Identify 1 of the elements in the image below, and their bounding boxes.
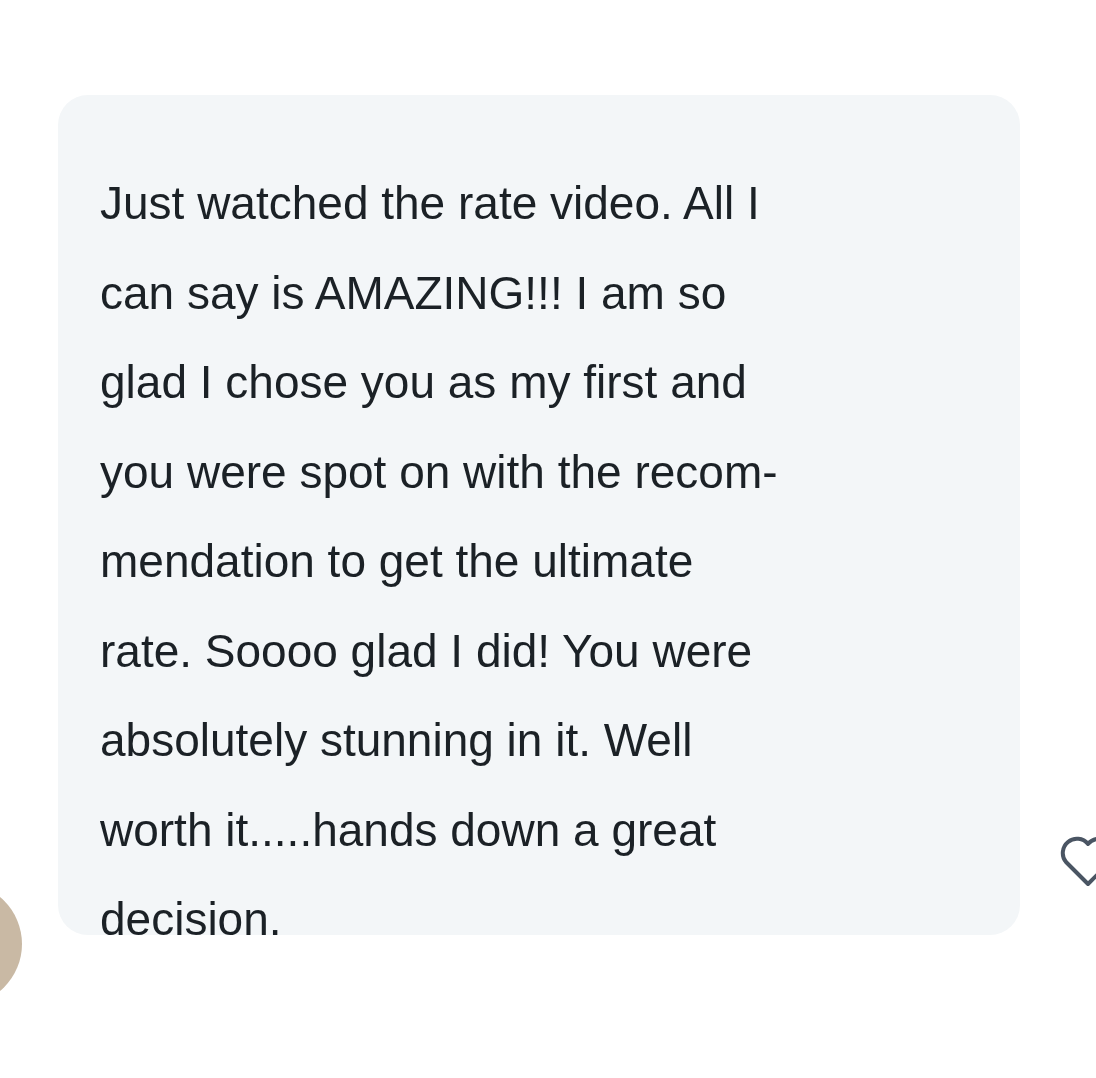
message-text: Just watched the rate video. All I can say is AMAZING!!! I am so glad I chose you as my first and you were spot on with the recom- mendation to get the ultimate rate. Soooo glad I did! You were absolutely stunning in it. Well worth it.....hands down a great decision. <box>100 176 779 947</box>
